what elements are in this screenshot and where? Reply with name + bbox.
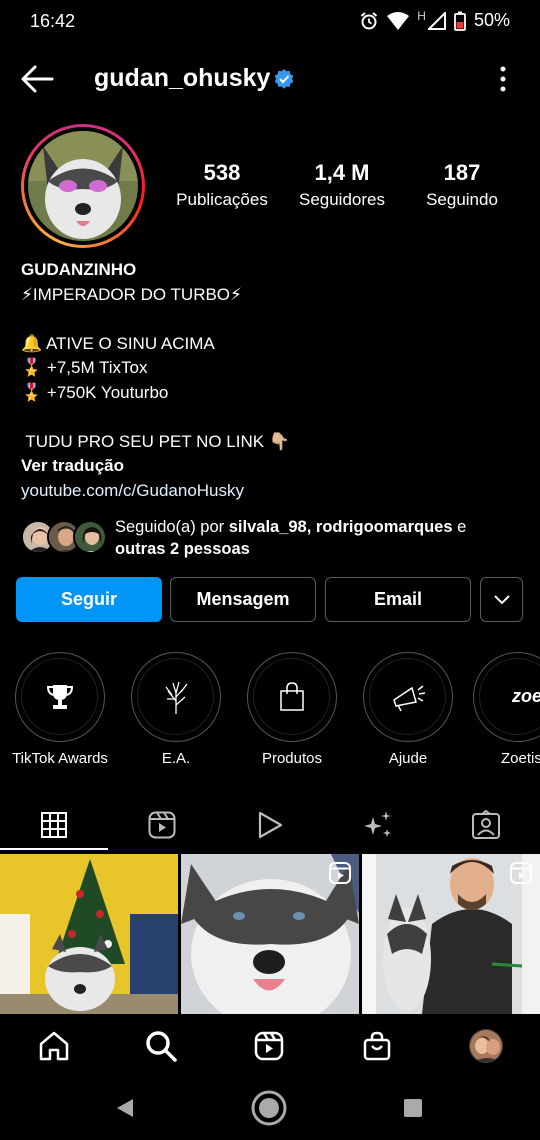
battery-icon bbox=[454, 11, 466, 31]
profile-header: gudan_ohusky bbox=[0, 52, 540, 108]
reels-icon bbox=[254, 1031, 284, 1061]
bio-link[interactable]: youtube.com/c/GudanoHusky bbox=[21, 479, 521, 504]
tagged-person-icon bbox=[472, 810, 500, 839]
bio-line: ⚡IMPERADOR DO TURBO⚡ bbox=[21, 284, 242, 304]
verified-badge-icon bbox=[274, 69, 294, 89]
shopping-bag-icon bbox=[279, 681, 304, 711]
nav-home[interactable] bbox=[34, 1028, 74, 1064]
bio-line: 🎖️ +7,5M TixTox bbox=[21, 358, 148, 377]
message-button[interactable]: Mensagem bbox=[170, 577, 316, 622]
highlight-tiktok-awards[interactable]: TikTok Awards bbox=[5, 652, 115, 767]
followed-by-user[interactable]: silvala_98 bbox=[229, 518, 307, 536]
megaphone-icon bbox=[392, 684, 425, 711]
stat-followers-label: Seguidores bbox=[298, 190, 385, 209]
chevron-down-icon bbox=[493, 594, 510, 604]
bio-line bbox=[21, 307, 521, 332]
tab-videos[interactable] bbox=[216, 800, 324, 850]
tree-icon bbox=[164, 681, 188, 714]
status-time: 16:42 bbox=[30, 11, 76, 31]
post-thumbnail[interactable] bbox=[0, 854, 178, 1014]
highlight-label: Zoetis bbox=[501, 750, 540, 767]
stat-following[interactable]: 187 Seguindo bbox=[397, 160, 527, 210]
follower-avatar bbox=[73, 520, 107, 554]
follow-button[interactable]: Seguir bbox=[16, 577, 162, 622]
profile-photo bbox=[28, 131, 138, 241]
arrow-left-icon[interactable] bbox=[20, 64, 54, 94]
stat-following-count: 187 bbox=[443, 160, 481, 185]
tab-effects[interactable] bbox=[324, 800, 432, 850]
bio-line: 🔔 ATIVE O SINU ACIMA bbox=[21, 333, 215, 353]
nav-search[interactable] bbox=[141, 1028, 181, 1064]
reel-badge-icon bbox=[329, 862, 351, 884]
back-triangle-icon[interactable] bbox=[114, 1097, 136, 1119]
trophy-icon bbox=[46, 684, 73, 709]
status-bar: 16:42 H 50% bbox=[0, 0, 540, 44]
followed-by-others[interactable]: outras 2 pessoas bbox=[115, 540, 250, 558]
zoetis-logo: zoeti bbox=[511, 686, 540, 706]
wifi-icon bbox=[387, 11, 410, 30]
followed-by-prefix: Seguido(a) por bbox=[115, 518, 229, 536]
bio-line bbox=[21, 405, 521, 430]
search-icon bbox=[146, 1031, 177, 1062]
stat-posts-count: 538 bbox=[203, 160, 241, 185]
stat-followers[interactable]: 1,4 M Seguidores bbox=[277, 160, 407, 210]
stat-followers-count: 1,4 M bbox=[314, 160, 370, 185]
nav-shop[interactable] bbox=[357, 1028, 397, 1064]
highlight-zoetis[interactable]: zoeti Zoetis bbox=[470, 652, 540, 767]
highlight-label: Produtos bbox=[261, 750, 323, 767]
profile-avatar bbox=[469, 1029, 503, 1063]
profile-username: gudan_ohusky bbox=[94, 64, 271, 92]
stat-posts-label: Publicações bbox=[176, 190, 268, 209]
post-grid bbox=[0, 854, 540, 1014]
bio-name: GUDANZINHO bbox=[21, 260, 137, 279]
stat-following-label: Seguindo bbox=[426, 190, 498, 209]
post-thumbnail[interactable] bbox=[362, 854, 540, 1014]
active-tab-indicator bbox=[0, 848, 108, 850]
email-button[interactable]: Email bbox=[325, 577, 471, 622]
home-circle-icon[interactable] bbox=[250, 1089, 288, 1127]
nav-profile[interactable] bbox=[466, 1028, 506, 1064]
system-navigation-bar bbox=[0, 1078, 540, 1140]
followed-by-suffix: e bbox=[452, 518, 467, 536]
signal-icon bbox=[427, 11, 446, 30]
stat-posts[interactable]: 538 Publicações bbox=[157, 160, 287, 210]
highlight-label: TikTok Awards bbox=[12, 750, 108, 767]
highlight-ea[interactable]: E.A. bbox=[121, 652, 231, 767]
highlight-label: Ajude bbox=[388, 750, 428, 767]
bottom-navigation bbox=[0, 1014, 540, 1078]
home-icon bbox=[39, 1031, 69, 1061]
reels-icon bbox=[148, 811, 176, 839]
battery-percent: 50% bbox=[473, 10, 510, 30]
followed-by[interactable]: Seguido(a) por silvala_98, rodrigoomarqu… bbox=[21, 516, 521, 562]
recents-square-icon[interactable] bbox=[403, 1098, 423, 1118]
profile-tabs bbox=[0, 800, 540, 852]
followed-by-separator: , bbox=[306, 518, 316, 536]
bio-line: 🎖️ +750K Youturbo bbox=[21, 382, 169, 402]
shop-icon bbox=[363, 1031, 391, 1061]
followed-by-user[interactable]: rodrigoomarques bbox=[316, 518, 453, 536]
highlight-ajude[interactable]: Ajude bbox=[353, 652, 463, 767]
highlight-label: E.A. bbox=[161, 750, 191, 767]
play-icon bbox=[258, 811, 283, 839]
grid-icon bbox=[41, 812, 67, 838]
reel-badge-icon bbox=[510, 862, 532, 884]
see-translation-link[interactable]: Ver tradução bbox=[21, 454, 521, 479]
followed-by-text: Seguido(a) por silvala_98, rodrigoomarqu… bbox=[115, 516, 515, 560]
bio-line: TUDU PRO SEU PET NO LINK 👇🏼 bbox=[21, 431, 290, 451]
suggested-accounts-button[interactable] bbox=[480, 577, 523, 622]
status-icons: H 50% bbox=[359, 8, 510, 31]
sparkles-icon bbox=[364, 811, 391, 837]
profile-bio: GUDANZINHO ⚡IMPERADOR DO TURBO⚡ 🔔 ATIVE … bbox=[21, 258, 521, 503]
tab-reels[interactable] bbox=[108, 800, 216, 850]
tab-grid[interactable] bbox=[0, 800, 108, 850]
more-vertical-icon[interactable] bbox=[498, 64, 508, 94]
nav-reels[interactable] bbox=[249, 1028, 289, 1064]
profile-avatar[interactable] bbox=[21, 124, 145, 248]
highlight-produtos[interactable]: Produtos bbox=[237, 652, 347, 767]
alarm-icon bbox=[361, 11, 378, 29]
post-thumbnail[interactable] bbox=[181, 854, 359, 1014]
network-type: H bbox=[417, 8, 426, 23]
tab-tagged[interactable] bbox=[432, 800, 540, 850]
